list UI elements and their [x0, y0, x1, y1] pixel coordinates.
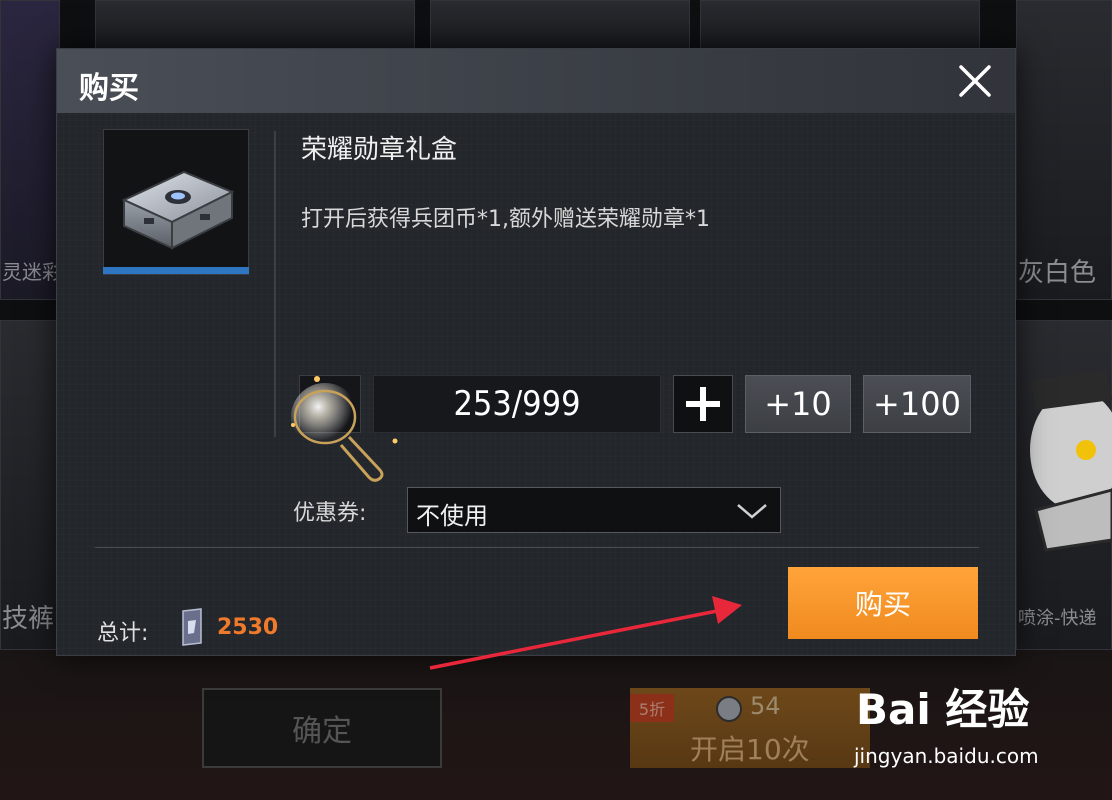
purchase-dialog: 购买 荣耀勋章礼盒 打开后获得兵团币*1,额外赠送荣耀勋章*1 253/999 …	[56, 48, 1016, 656]
background-card	[95, 0, 415, 50]
watermark-url: jingyan.baidu.com	[854, 744, 1039, 768]
open-10-label: 开启10次	[690, 733, 810, 766]
dialog-title: 购买	[79, 71, 139, 106]
discount-badge: 5折	[630, 694, 674, 722]
background-card-label: 技裤	[2, 604, 55, 634]
close-button[interactable]	[955, 61, 995, 101]
plus-100-button[interactable]: +100	[863, 375, 971, 433]
quantity-display: 253/999	[373, 375, 661, 433]
open-10-button[interactable]: 5折 54 开启10次	[630, 688, 870, 768]
total-price: 2530	[217, 615, 279, 640]
coupon-label: 优惠券:	[293, 501, 367, 526]
coupon-selected-value: 不使用	[416, 502, 488, 530]
close-icon	[959, 65, 991, 97]
coin-icon	[716, 696, 742, 722]
background-card-label: 灵迷彩	[2, 260, 58, 284]
plus-10-button[interactable]: +10	[745, 375, 851, 433]
item-rarity-bar	[103, 267, 249, 274]
watermark-brand: Bai 经验	[856, 685, 1030, 734]
increment-button[interactable]	[673, 375, 733, 433]
background-card	[700, 0, 980, 50]
currency-icon-box	[299, 375, 361, 433]
legion-coin-icon	[182, 608, 202, 646]
item-description: 打开后获得兵团币*1,额外赠送荣耀勋章*1	[301, 207, 710, 232]
confirm-button[interactable]: 确定	[202, 688, 442, 768]
buy-button[interactable]: 购买	[788, 567, 978, 639]
gift-box-icon	[121, 170, 235, 250]
item-name: 荣耀勋章礼盒	[301, 135, 458, 165]
horizontal-divider	[95, 547, 979, 548]
chevron-down-icon	[737, 504, 767, 519]
open-10-cost: 54	[750, 692, 781, 720]
background-card	[0, 0, 60, 300]
background-card	[430, 0, 690, 50]
background-card-label: 喷涂-快递	[1018, 608, 1097, 629]
plus-icon	[686, 387, 720, 421]
dialog-header: 购买	[57, 49, 1015, 113]
vertical-divider	[274, 131, 276, 437]
baidu-jingyan-watermark: Bai 经验 jingyan.baidu.com	[848, 672, 1098, 782]
background-card-label: 灰白色	[1018, 258, 1097, 288]
item-thumbnail	[103, 129, 249, 275]
total-label: 总计:	[97, 621, 149, 646]
sticker-art	[1030, 370, 1112, 552]
coupon-dropdown[interactable]: 不使用	[407, 487, 781, 533]
